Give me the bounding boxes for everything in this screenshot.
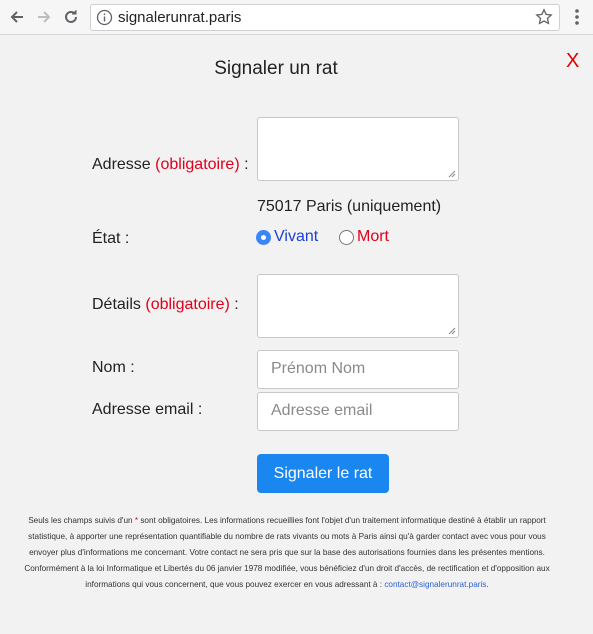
- close-button[interactable]: X: [566, 50, 579, 73]
- details-label-text: Détails: [92, 296, 141, 313]
- email-input[interactable]: Adresse email: [257, 392, 459, 431]
- legal-notice: Seuls les champs suivis d'un * sont obli…: [22, 513, 552, 593]
- contact-email-link[interactable]: contact@signalerunrat.paris: [384, 580, 486, 589]
- address-label-suffix: :: [239, 156, 249, 173]
- name-input[interactable]: Prénom Nom: [257, 350, 459, 389]
- radio-vivant[interactable]: Vivant: [256, 228, 318, 246]
- url-text: signalerunrat.paris: [118, 9, 242, 26]
- state-label: État :: [92, 230, 130, 247]
- email-label: Adresse email :: [92, 401, 203, 418]
- reload-button[interactable]: [60, 6, 82, 28]
- page-title: Signaler un rat: [214, 58, 338, 79]
- radio-mort[interactable]: Mort: [339, 228, 389, 246]
- legal-text-start: Seuls les champs suivis d'un: [28, 516, 135, 525]
- details-label-suffix: :: [229, 296, 239, 313]
- arrow-left-icon: [10, 11, 23, 23]
- address-label-text: Adresse: [92, 156, 151, 173]
- address-hint: 75017 Paris (uniquement): [257, 198, 442, 215]
- info-icon[interactable]: [96, 9, 113, 26]
- radio-mort-label: Mort: [357, 228, 389, 245]
- name-placeholder: Prénom Nom: [271, 360, 366, 377]
- forward-button[interactable]: [33, 6, 55, 28]
- legal-text-body: sont obligatoires. Les informations recu…: [24, 516, 550, 589]
- radio-unselected-icon[interactable]: [339, 229, 354, 245]
- email-placeholder: Adresse email: [271, 402, 373, 419]
- details-textarea[interactable]: [257, 274, 459, 338]
- browser-toolbar: signalerunrat.paris: [0, 0, 593, 35]
- bookmark-star-icon[interactable]: [535, 8, 553, 26]
- radio-vivant-label: Vivant: [274, 228, 319, 245]
- submit-button[interactable]: Signaler le rat: [257, 454, 389, 493]
- address-required-tag: (obligatoire): [155, 156, 240, 173]
- legal-text-end: .: [486, 580, 489, 589]
- resize-grip-icon[interactable]: [448, 170, 456, 178]
- kebab-menu-icon[interactable]: [572, 7, 582, 27]
- radio-selected-icon[interactable]: [256, 229, 271, 245]
- resize-grip-icon[interactable]: [448, 327, 456, 335]
- page-content: Signaler un rat X Adresse (obligatoire) …: [0, 36, 593, 634]
- address-label: Adresse (obligatoire) :: [92, 156, 249, 174]
- details-required-tag: (obligatoire): [145, 296, 230, 313]
- back-button[interactable]: [6, 6, 28, 28]
- reload-icon: [65, 10, 77, 23]
- details-label: Détails (obligatoire) :: [92, 296, 239, 314]
- address-textarea[interactable]: [257, 117, 459, 181]
- name-label: Nom :: [92, 359, 135, 376]
- arrow-right-icon: [38, 11, 51, 23]
- address-bar[interactable]: signalerunrat.paris: [90, 4, 560, 31]
